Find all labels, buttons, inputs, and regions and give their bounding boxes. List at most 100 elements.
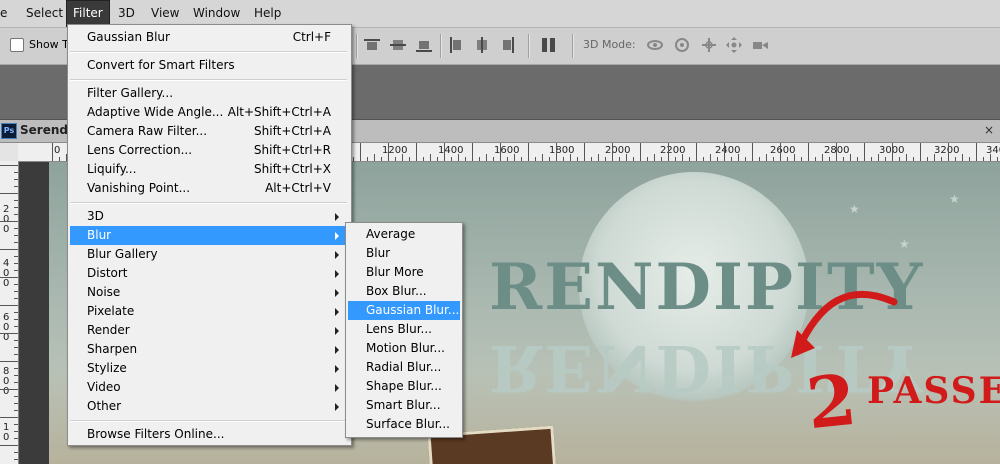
menu-help[interactable]: Help [248, 0, 287, 27]
ruler-label: 2 [3, 204, 10, 215]
menu-item-label: Camera Raw Filter... [87, 124, 208, 138]
filter-item-adaptive-wide-angle[interactable]: Adaptive Wide Angle... Alt+Shift+Ctrl+A [70, 103, 347, 122]
filter-item-blur-gallery[interactable]: Blur Gallery [70, 245, 347, 264]
submenu-arrow-icon [335, 346, 339, 354]
filter-item-blur[interactable]: Blur [70, 226, 347, 245]
align-vertical-centers-icon[interactable] [390, 37, 406, 53]
blur-item-surface-blur[interactable]: Surface Blur... [348, 415, 460, 434]
star-decoration: ★ [849, 202, 860, 216]
menu-item-shortcut: Alt+Shift+Ctrl+A [227, 105, 331, 119]
options-separator [356, 34, 358, 58]
submenu-arrow-icon [335, 270, 339, 278]
submenu-arrow-icon [335, 365, 339, 373]
filter-item-lens-correction[interactable]: Lens Correction... Shift+Ctrl+R [70, 141, 347, 160]
menu-item-label: Surface Blur... [366, 417, 450, 431]
vertical-ruler[interactable]: 20040060080010 [0, 161, 19, 464]
menu-e[interactable]: e [0, 0, 13, 27]
ruler-label: 1200 [382, 145, 408, 156]
menu-item-shortcut: Shift+Ctrl+A [254, 124, 331, 138]
blur-item-blur[interactable]: Blur [348, 244, 460, 263]
filter-item-3d[interactable]: 3D [70, 207, 347, 226]
blur-item-smart-blur[interactable]: Smart Blur... [348, 396, 460, 415]
filter-item-sharpen[interactable]: Sharpen [70, 340, 347, 359]
filter-item-other[interactable]: Other [70, 397, 347, 416]
blur-item-blur-more[interactable]: Blur More [348, 263, 460, 282]
options-separator [528, 34, 530, 58]
menu-item-label: Radial Blur... [366, 360, 442, 374]
submenu-arrow-icon [335, 289, 339, 297]
align-horizontal-centers-icon[interactable] [474, 37, 490, 53]
menu-item-label: Filter Gallery... [87, 86, 174, 100]
menu-item-label: Motion Blur... [366, 341, 445, 355]
menu-filter[interactable]: Filter [66, 0, 110, 27]
menu-window[interactable]: Window [187, 0, 246, 27]
ruler-label: 340 [986, 145, 1000, 156]
filter-item-noise[interactable]: Noise [70, 283, 347, 302]
blur-item-lens-blur[interactable]: Lens Blur... [348, 320, 460, 339]
menu-item-shortcut: Alt+Ctrl+V [265, 181, 331, 195]
ruler-label: 2600 [770, 145, 796, 156]
menu-select[interactable]: Select [20, 0, 69, 27]
menu-item-label: Sharpen [87, 342, 138, 356]
ruler-label: 3200 [934, 145, 960, 156]
menu-item-label: Blur Gallery [87, 247, 158, 261]
filter-item-browse-filters-online[interactable]: Browse Filters Online... [70, 425, 347, 444]
menu-item-shortcut: Ctrl+F [292, 30, 331, 44]
annotation-number: 2 [802, 357, 860, 446]
close-icon[interactable]: × [982, 123, 996, 137]
ruler-label: 8 [3, 366, 10, 377]
menu-item-label: Lens Blur... [366, 322, 432, 336]
blur-item-radial-blur[interactable]: Radial Blur... [348, 358, 460, 377]
menu-item-label: Vanishing Point... [87, 181, 191, 195]
align-top-edges-icon[interactable] [364, 37, 380, 53]
show-transform-checkbox[interactable] [10, 38, 24, 52]
blur-item-gaussian-blur[interactable]: Gaussian Blur... [348, 301, 460, 320]
menu-item-label: Browse Filters Online... [87, 427, 225, 441]
options-separator [440, 34, 442, 58]
blur-item-shape-blur[interactable]: Shape Blur... [348, 377, 460, 396]
menu-item-label: Other [87, 399, 122, 413]
align-left-edges-icon[interactable] [448, 37, 464, 53]
menu-item-shortcut: Shift+Ctrl+X [254, 162, 331, 176]
filter-item-distort[interactable]: Distort [70, 264, 347, 283]
menu-item-label: Shape Blur... [366, 379, 442, 393]
show-transform-label: Show T [29, 38, 69, 51]
filter-item-render[interactable]: Render [70, 321, 347, 340]
align-right-edges-icon[interactable] [500, 37, 516, 53]
3d-scale-camera-icon[interactable] [751, 36, 769, 54]
menu-3d[interactable]: 3D [112, 0, 141, 27]
filter-item-camera-raw-filter[interactable]: Camera Raw Filter... Shift+Ctrl+A [70, 122, 347, 141]
menu-divider [70, 79, 347, 81]
3d-mode-label: 3D Mode: [583, 38, 636, 51]
blur-item-motion-blur[interactable]: Motion Blur... [348, 339, 460, 358]
align-bottom-edges-icon[interactable] [416, 37, 432, 53]
filter-item-pixelate[interactable]: Pixelate [70, 302, 347, 321]
filter-menu: Gaussian Blur Ctrl+F Convert for Smart Fil… [67, 24, 352, 446]
menu-item-label: Render [87, 323, 130, 337]
menu-item-label: Stylize [87, 361, 127, 375]
menu-divider [70, 420, 347, 422]
menu-item-label: Convert for Smart Filters [87, 58, 235, 72]
3d-roll-icon[interactable] [673, 36, 691, 54]
filter-item-vanishing-point[interactable]: Vanishing Point... Alt+Ctrl+V [70, 179, 347, 198]
menu-item-label: Lens Correction... [87, 143, 193, 157]
submenu-arrow-icon [335, 251, 339, 259]
filter-item-gaussian-blur[interactable]: Gaussian Blur Ctrl+F [70, 28, 347, 47]
submenu-arrow-icon [335, 232, 339, 240]
ruler-label: 0 [3, 214, 10, 225]
filter-item-filter-gallery[interactable]: Filter Gallery... [70, 84, 347, 103]
ruler-label: 2400 [715, 145, 741, 156]
auto-align-layers-icon[interactable] [541, 37, 557, 53]
menu-view[interactable]: View [145, 0, 185, 27]
menu-item-label: Liquify... [87, 162, 137, 176]
blur-item-average[interactable]: Average [348, 225, 460, 244]
filter-item-convert-for-smart-filters[interactable]: Convert for Smart Filters [70, 56, 347, 75]
3d-slide-icon[interactable] [725, 36, 743, 54]
filter-item-liquify[interactable]: Liquify... Shift+Ctrl+X [70, 160, 347, 179]
filter-item-stylize[interactable]: Stylize [70, 359, 347, 378]
3d-pan-icon[interactable] [700, 36, 718, 54]
blur-item-box-blur[interactable]: Box Blur... [348, 282, 460, 301]
ruler-origin[interactable] [0, 143, 19, 162]
filter-item-video[interactable]: Video [70, 378, 347, 397]
3d-orbit-icon[interactable] [646, 36, 664, 54]
